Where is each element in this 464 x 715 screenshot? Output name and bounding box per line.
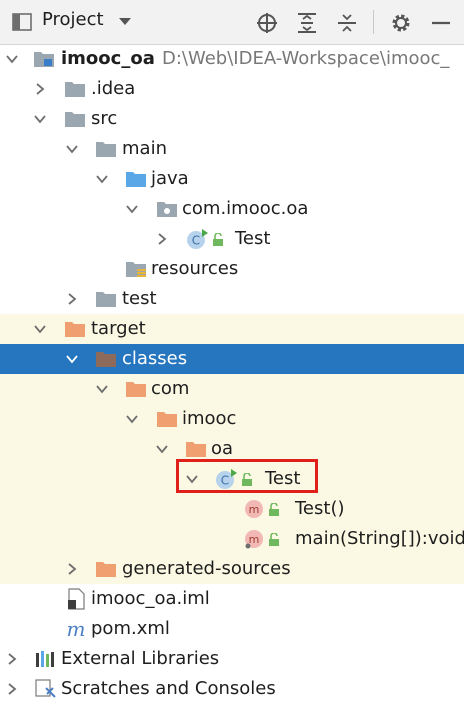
chevron-down-icon[interactable] [34, 323, 46, 335]
tree-row-resources[interactable]: resources [0, 254, 464, 284]
resources-folder-icon [126, 262, 146, 277]
file-name: imooc_oa.iml [91, 588, 210, 609]
chevron-right-icon[interactable] [66, 293, 78, 305]
chevron-right-icon[interactable] [156, 233, 168, 245]
highlight-box [176, 459, 318, 493]
package-name: com.imooc.oa [182, 198, 309, 219]
chevron-down-icon[interactable] [96, 383, 108, 395]
project-view-title[interactable]: Project [42, 9, 104, 30]
folder-name: com [151, 378, 190, 399]
tree-row-external-libraries[interactable]: External Libraries [0, 644, 464, 674]
tree-row-classes[interactable]: classes [0, 344, 464, 374]
locate-icon[interactable] [256, 12, 278, 34]
collapse-all-icon[interactable] [336, 12, 358, 34]
tree-row-main[interactable]: main [0, 134, 464, 164]
chevron-down-icon[interactable] [126, 413, 138, 425]
excluded-folder-icon [126, 382, 146, 397]
public-lock-icon [269, 503, 279, 516]
method-icon: m [245, 500, 263, 518]
tree-row-pom[interactable]: m pom.xml [0, 614, 464, 644]
excluded-folder-icon [65, 322, 85, 337]
class-icon: C [187, 229, 208, 249]
chevron-right-icon[interactable] [66, 563, 78, 575]
maven-icon: m [67, 620, 86, 640]
excluded-folder-icon [96, 562, 116, 577]
tree-row-constructor[interactable]: m Test() [0, 494, 464, 524]
chevron-right-icon[interactable] [34, 83, 46, 95]
expand-all-icon[interactable] [296, 12, 318, 34]
svg-text:m: m [249, 503, 260, 516]
folder-icon [96, 142, 116, 157]
library-icon [36, 651, 54, 667]
method-name: Test() [295, 498, 345, 519]
method-name: main(String[]):void [295, 528, 464, 549]
folder-icon [65, 82, 85, 97]
scratches-icon [35, 679, 56, 698]
svg-text:m: m [249, 533, 260, 546]
settings-icon[interactable] [390, 12, 412, 34]
package-icon [157, 202, 177, 217]
tree-row-package[interactable]: com.imooc.oa [0, 194, 464, 224]
tree-row-com[interactable]: com [0, 374, 464, 404]
file-name: pom.xml [91, 618, 170, 639]
folder-name: classes [122, 348, 188, 369]
project-toolbar: Project [0, 0, 464, 45]
tree-row-target[interactable]: target [0, 314, 464, 344]
chevron-down-icon[interactable] [96, 173, 108, 185]
hide-icon[interactable] [430, 12, 452, 34]
node-name: External Libraries [61, 648, 220, 669]
chevron-down-icon[interactable] [6, 53, 18, 65]
tree-row-idea[interactable]: .idea [0, 74, 464, 104]
public-lock-icon [269, 533, 279, 546]
node-name: Scratches and Consoles [61, 678, 276, 699]
folder-name: src [91, 108, 118, 129]
chevron-right-icon[interactable] [6, 683, 18, 695]
project-tree: imooc_oa D:\Web\IDEA-Workspace\imooc_ .i… [0, 44, 464, 704]
folder-name: imooc [182, 408, 237, 429]
tree-row-java[interactable]: java [0, 164, 464, 194]
svg-text:C: C [192, 234, 200, 248]
svg-text:m: m [67, 620, 86, 640]
public-lock-icon [213, 233, 223, 246]
tree-row-test-dir[interactable]: test [0, 284, 464, 314]
excluded-folder-icon [157, 412, 177, 427]
toolbar-separator [373, 10, 374, 34]
dropdown-icon[interactable] [118, 17, 132, 27]
class-name: Test [235, 228, 271, 249]
module-name: imooc_oa [61, 48, 155, 69]
module-folder-icon [34, 52, 54, 67]
tree-row-test-class[interactable]: C Test [0, 224, 464, 254]
chevron-down-icon[interactable] [156, 443, 168, 455]
chevron-down-icon[interactable] [66, 353, 78, 365]
module-path: D:\Web\IDEA-Workspace\imooc_ [162, 48, 450, 69]
static-method-icon: m [245, 530, 263, 549]
tree-row-imooc[interactable]: imooc [0, 404, 464, 434]
folder-icon [96, 292, 116, 307]
tree-row-iml[interactable]: imooc_oa.iml [0, 584, 464, 614]
folder-name: java [151, 168, 189, 189]
project-view-icon[interactable] [12, 12, 32, 32]
folder-name: resources [151, 258, 239, 279]
folder-name: .idea [91, 78, 136, 99]
folder-name: target [91, 318, 146, 339]
tree-row-src[interactable]: src [0, 104, 464, 134]
tree-row-scratches[interactable]: Scratches and Consoles [0, 674, 464, 704]
iml-file-icon [68, 588, 85, 610]
folder-name: generated-sources [122, 558, 291, 579]
tree-row-main-method[interactable]: m main(String[]):void [0, 524, 464, 554]
excluded-folder-icon [96, 352, 116, 367]
excluded-folder-icon [186, 442, 206, 457]
folder-icon [65, 112, 85, 127]
chevron-down-icon[interactable] [126, 203, 138, 215]
folder-name: test [122, 288, 157, 309]
chevron-right-icon[interactable] [6, 653, 18, 665]
folder-name: main [122, 138, 167, 159]
tree-row-generated-sources[interactable]: generated-sources [0, 554, 464, 584]
chevron-down-icon[interactable] [66, 143, 78, 155]
chevron-down-icon[interactable] [34, 113, 46, 125]
tree-row-imooc-oa[interactable]: imooc_oa D:\Web\IDEA-Workspace\imooc_ [0, 44, 464, 74]
source-folder-icon [126, 172, 146, 187]
